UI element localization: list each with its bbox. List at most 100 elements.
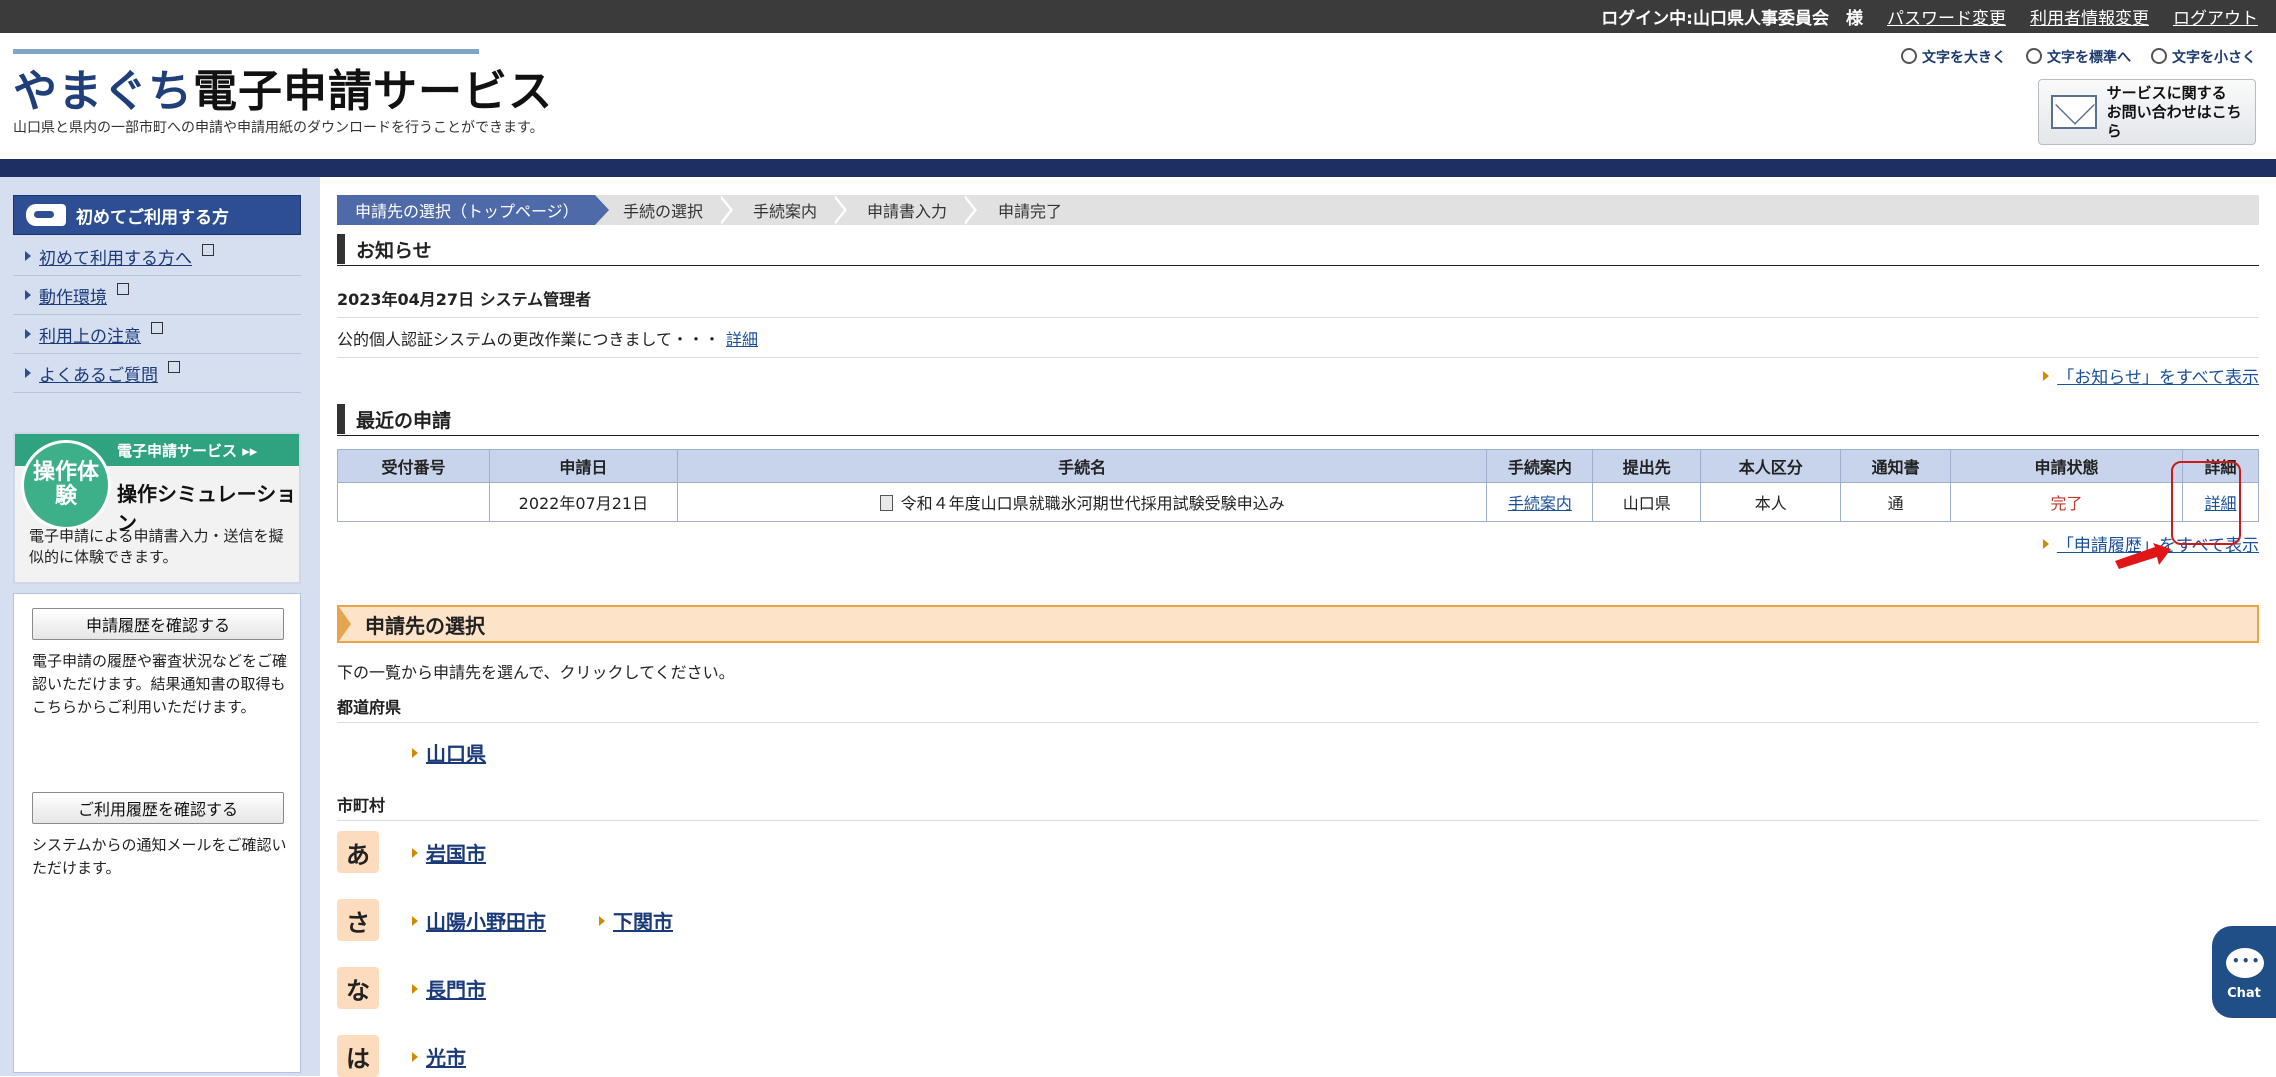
font-larger-button[interactable]: 文字を大きく	[1901, 47, 2006, 67]
document-icon	[879, 495, 893, 511]
logo-title: 電子申請サービス	[193, 66, 553, 117]
top-login-bar: ログイン中:山口県人事委員会 様 パスワード変更 利用者情報変更 ログアウト	[0, 0, 2276, 33]
municipality-category: 市町村	[337, 793, 2259, 821]
column-header: 申請状態	[1950, 449, 2183, 483]
sidebar-link-label[interactable]: 初めて利用する方へ	[39, 244, 192, 269]
column-header: 受付番号	[337, 449, 490, 483]
municipality-item[interactable]: 山陽小野田市	[412, 906, 546, 935]
municipality-item[interactable]: 岩国市	[412, 838, 486, 867]
bullet-triangle-icon	[412, 983, 418, 994]
destination-selection-heading: 申請先の選択	[337, 605, 2259, 643]
news-body-text: 公的個人認証システムの更改作業につきまして・・・	[337, 330, 721, 349]
status-cell: 完了	[1950, 482, 2183, 522]
chat-button[interactable]: Chat	[2212, 926, 2276, 1018]
municipality-link[interactable]: 長門市	[426, 974, 486, 1003]
step-procedure-guide: 手続案内	[753, 202, 818, 221]
table-row: 2022年07月21日 令和４年度山口県就職氷河期世代採用試験受験申込み 手続案…	[337, 482, 2260, 522]
bullet-triangle-icon	[25, 329, 31, 339]
simulation-service-label: 電子申請サービス ▸▸	[117, 442, 258, 460]
person-type-cell: 本人	[1700, 482, 1842, 522]
municipality-link[interactable]: 岩国市	[426, 838, 486, 867]
application-history-description: 電子申請の履歴や審査状況などをご確認いただけます。結果通知書の取得もこちらからご…	[32, 652, 288, 716]
municipality-item[interactable]: 光市	[412, 1042, 466, 1071]
font-smaller-label: 文字を小さく	[2172, 50, 2256, 66]
font-standard-button[interactable]: 文字を標準へ	[2026, 47, 2131, 67]
chat-label: Chat	[2227, 986, 2261, 1001]
password-change-link[interactable]: パスワード変更	[1887, 4, 2006, 29]
usage-history-description: システムからの通知メールをご確認いただけます。	[32, 836, 287, 877]
recent-heading: 最近の申請	[337, 403, 2259, 436]
municipality-item[interactable]: 下関市	[599, 906, 673, 935]
municipality-link[interactable]: 下関市	[613, 906, 673, 935]
sidebar-item-faq[interactable]: よくあるご質問	[13, 354, 301, 393]
external-window-icon	[151, 322, 163, 334]
simulation-badge: 操作体験	[21, 440, 111, 530]
bullet-triangle-icon	[599, 915, 605, 926]
step-separator	[718, 195, 733, 225]
zoom-in-icon	[1901, 48, 1917, 64]
simulation-banner[interactable]: 操作体験 電子申請サービス ▸▸ 操作シミュレーション 電子申請による申請書入力…	[13, 432, 301, 584]
sidebar-link-label[interactable]: 動作環境	[39, 283, 107, 308]
font-standard-label: 文字を標準へ	[2047, 50, 2131, 66]
bullet-triangle-icon	[25, 290, 31, 300]
user-info-change-link[interactable]: 利用者情報変更	[2030, 4, 2149, 29]
sidebar-item-first-time[interactable]: 初めて利用する方へ	[13, 237, 301, 276]
font-size-controls: 文字を大きく 文字を標準へ 文字を小さく	[1901, 47, 2256, 67]
heading-flag-icon	[339, 607, 351, 641]
column-header: 本人区分	[1700, 449, 1842, 483]
bullet-triangle-icon	[2042, 538, 2049, 549]
prefecture-item[interactable]: 山口県	[412, 738, 486, 767]
logout-link[interactable]: ログアウト	[2173, 4, 2258, 29]
first-time-heading-label: 初めてご利用する方	[76, 207, 229, 228]
municipality-link[interactable]: 山陽小野田市	[426, 906, 546, 935]
progress-steps: 申請先の選択（トップページ） 手続の選択 手続案内 申請書入力 申請完了	[337, 195, 2259, 225]
bullet-triangle-icon	[412, 847, 418, 858]
bullet-triangle-icon	[25, 368, 31, 378]
sidebar-item-notes[interactable]: 利用上の注意	[13, 315, 301, 354]
notice-cell: 通	[1840, 482, 1952, 522]
zoom-out-icon	[2151, 48, 2167, 64]
news-show-all: 「お知らせ」をすべて表示	[2043, 363, 2259, 388]
application-date-cell: 2022年07月21日	[488, 482, 678, 522]
prefecture-category: 都道府県	[337, 695, 2259, 723]
municipality-item[interactable]: 長門市	[412, 974, 486, 1003]
main-content: 申請先の選択（トップページ） 手続の選択 手続案内 申請書入力 申請完了 お知ら…	[337, 177, 2260, 1077]
history-panel: 申請履歴を確認する 電子申請の履歴や審査状況などをご確認いただけます。結果通知書…	[13, 593, 301, 1073]
first-time-heading: 初めてご利用する方	[13, 195, 301, 235]
prefecture-link[interactable]: 山口県	[426, 738, 486, 767]
bullet-triangle-icon	[25, 251, 31, 261]
news-show-all-link[interactable]: 「お知らせ」をすべて表示	[2057, 363, 2259, 388]
news-detail-link[interactable]: 詳細	[726, 326, 758, 350]
header-band	[0, 159, 2276, 177]
kana-group-label: あ	[337, 831, 379, 873]
application-history-button[interactable]: 申請履歴を確認する	[32, 608, 284, 640]
table-header-row: 受付番号 申請日 手続名 手続案内 提出先 本人区分 通知書 申請状態 詳細	[337, 449, 2260, 483]
font-larger-label: 文字を大きく	[1922, 50, 2006, 66]
sidebar-link-label[interactable]: よくあるご質問	[39, 361, 158, 386]
site-tagline: 山口県と県内の一部市町への申請や申請用紙のダウンロードを行うことができます。	[13, 120, 544, 136]
destination-cell: 山口県	[1592, 482, 1702, 522]
sidebar-links: 初めて利用する方へ 動作環境 利用上の注意 よくあるご質問	[13, 237, 301, 393]
sidebar-item-environment[interactable]: 動作環境	[13, 276, 301, 315]
procedure-name-cell: 令和４年度山口県就職氷河期世代採用試験受験申込み	[676, 482, 1488, 522]
contact-line-2: お問い合わせはこちら	[2106, 102, 2242, 140]
contact-line-1: サービスに関する	[2106, 83, 2227, 102]
destination-selection-label: 申請先の選択	[365, 613, 485, 638]
step-separator	[962, 195, 977, 225]
envelope-icon	[2051, 95, 2097, 129]
step-select-destination: 申請先の選択（トップページ）	[337, 195, 609, 225]
external-window-icon	[117, 283, 129, 295]
procedure-guide-link[interactable]: 手続案内	[1508, 494, 1572, 513]
step-form-input: 申請書入力	[867, 202, 948, 221]
site-logo[interactable]: やまぐち電子申請サービス	[13, 55, 553, 119]
sidebar-link-label[interactable]: 利用上の注意	[39, 322, 141, 347]
contact-button[interactable]: サービスに関する お問い合わせはこちら	[2038, 79, 2256, 145]
municipality-link[interactable]: 光市	[426, 1042, 466, 1071]
usage-history-button[interactable]: ご利用履歴を確認する	[32, 792, 284, 824]
font-smaller-button[interactable]: 文字を小さく	[2151, 47, 2256, 67]
bullet-triangle-icon	[412, 915, 418, 926]
guide-cell: 手続案内	[1486, 482, 1594, 522]
recent-heading-label: 最近の申請	[356, 409, 452, 432]
kana-group-label: さ	[337, 899, 379, 941]
chat-bubble-icon	[2226, 948, 2264, 978]
